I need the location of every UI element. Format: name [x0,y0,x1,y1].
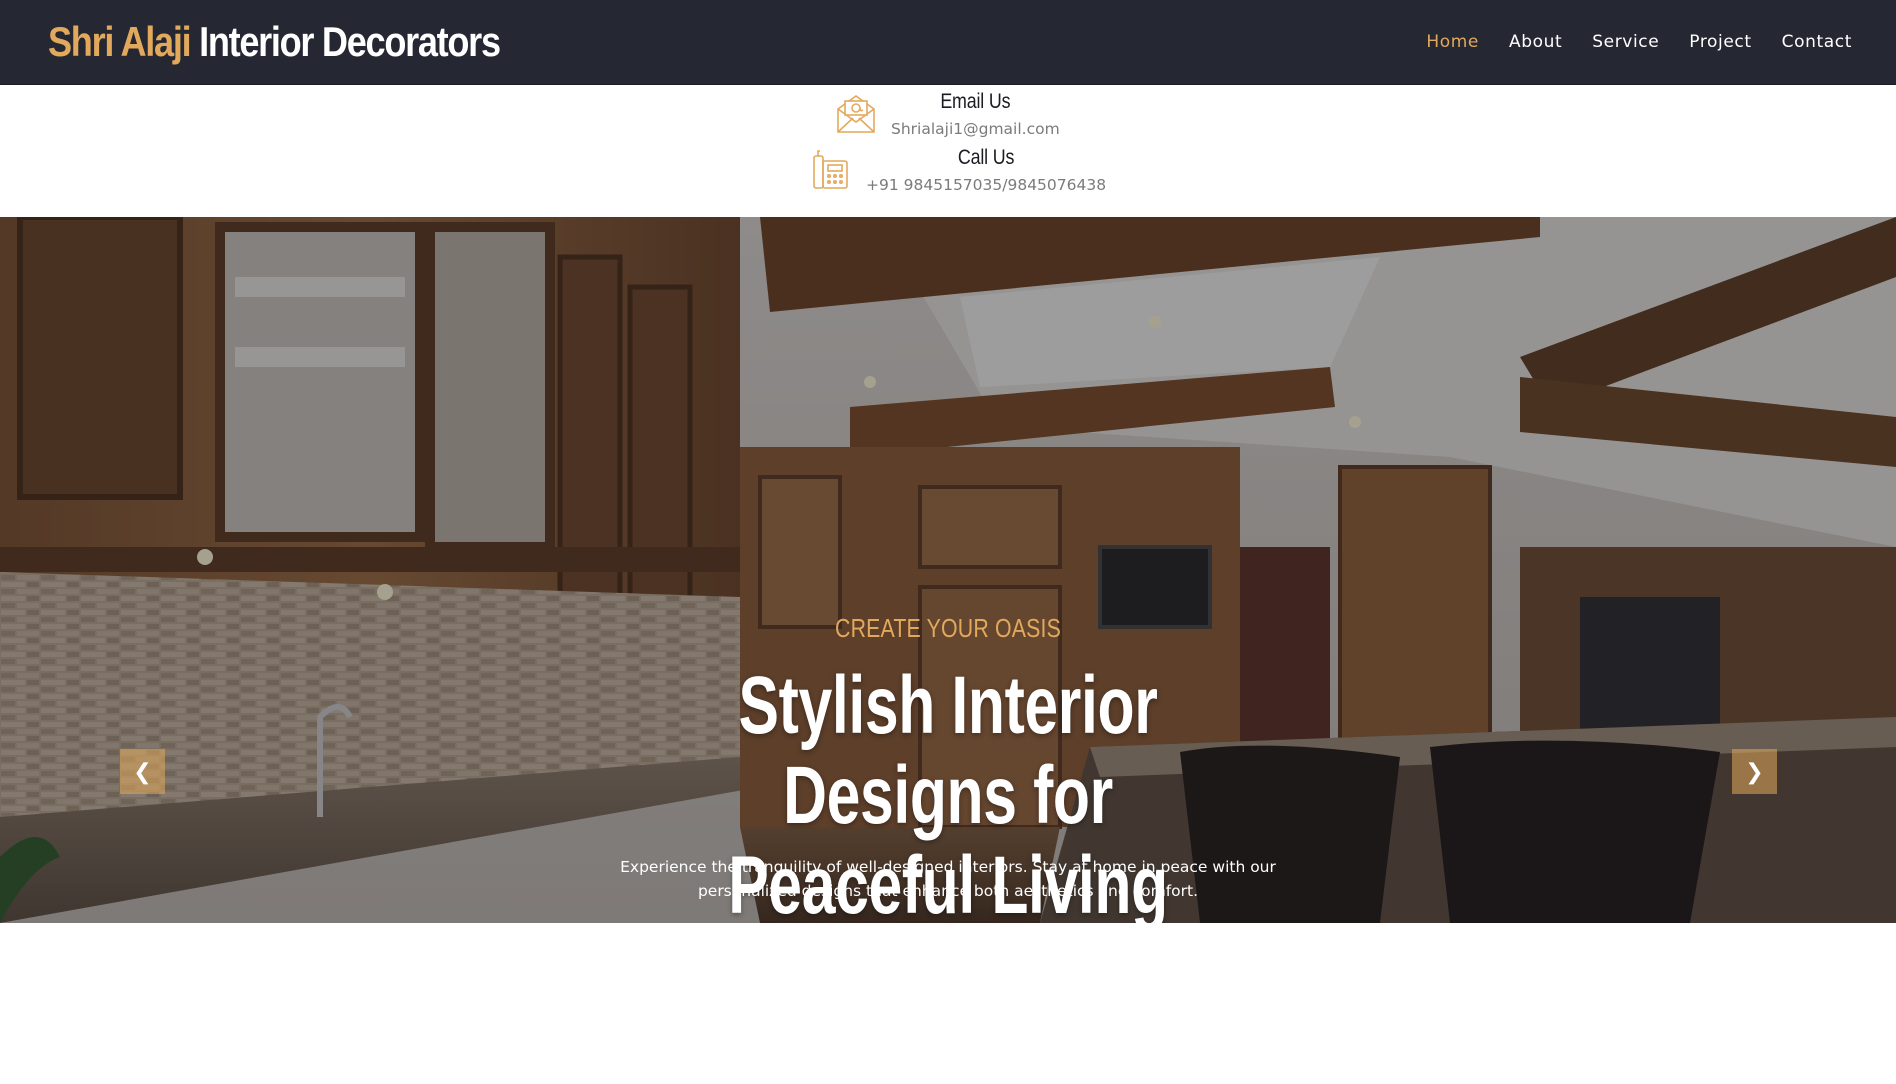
email-contact: Email Us Shrialaji1@gmail.com [833,90,1060,138]
nav-contact[interactable]: Contact [1782,32,1852,52]
hero-carousel: CREATE YOUR OASIS Stylish Interior Desig… [0,217,1896,923]
email-icon [837,95,875,133]
call-value[interactable]: +91 9845157035/9845076438 [866,176,1106,194]
nav-project[interactable]: Project [1689,32,1751,52]
call-label: Call Us [957,146,1015,169]
email-label: Email Us [940,90,1011,113]
phone-icon [813,150,848,189]
navbar: Shri Alaji Interior Decorators Home Abou… [0,0,1896,85]
carousel-next-button[interactable]: ❯ [1732,749,1777,794]
nav-home[interactable]: Home [1426,32,1479,52]
brand-logo[interactable]: Shri Alaji Interior Decorators [48,18,501,66]
brand-name: Interior Decorators [199,18,501,65]
chevron-right-icon: ❯ [1745,758,1764,784]
chevron-left-icon: ❮ [133,758,152,784]
nav-service[interactable]: Service [1592,32,1659,52]
hero-kicker: CREATE YOUR OASIS [835,613,1061,643]
hero-subtext: Experience the tranquility of well-desig… [620,858,1276,900]
main-nav: Home About Service Project Contact [1426,32,1852,52]
brand-accent: Shri Alaji [48,18,192,65]
contact-strip: Email Us Shrialaji1@gmail.com Call Us +9… [0,86,1896,217]
carousel-prev-button[interactable]: ❮ [120,749,165,794]
call-contact: Call Us +91 9845157035/9845076438 [808,146,1106,194]
email-value[interactable]: Shrialaji1@gmail.com [891,120,1060,138]
hero-content: CREATE YOUR OASIS Stylish Interior Desig… [0,217,1896,923]
nav-about[interactable]: About [1509,32,1562,52]
